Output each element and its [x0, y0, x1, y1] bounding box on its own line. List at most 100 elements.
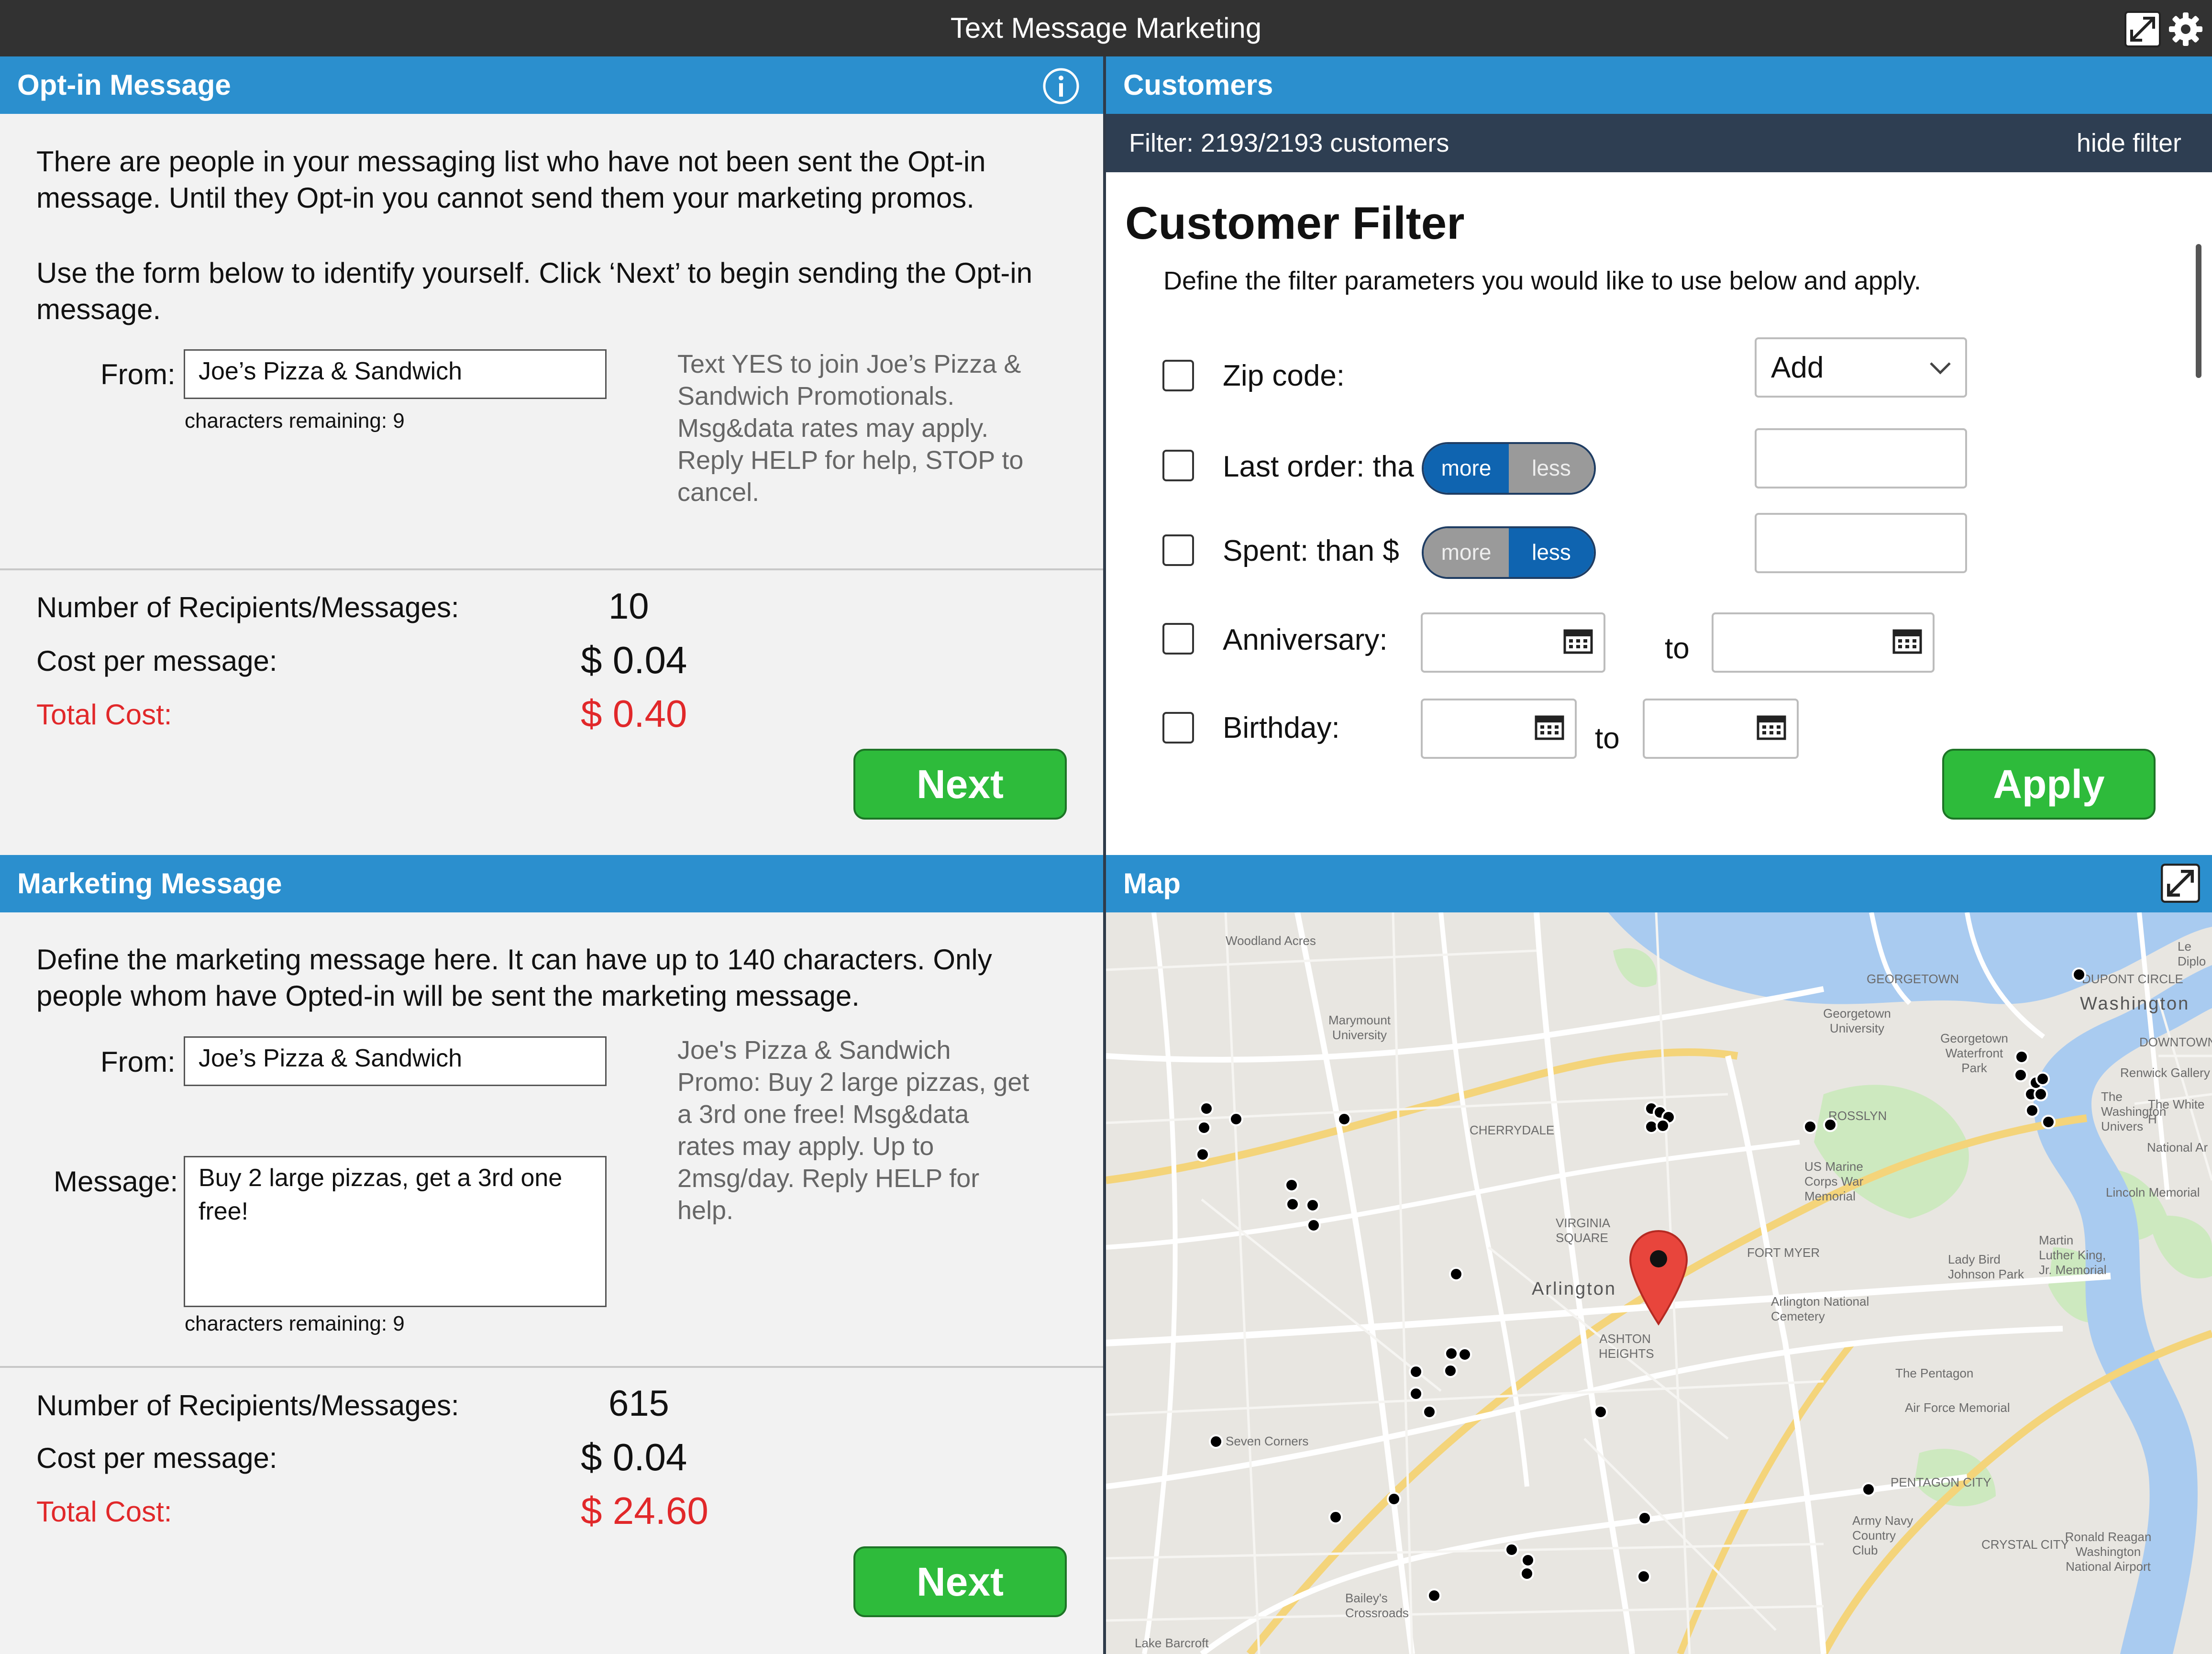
map-label: ASHTON HEIGHTS [1599, 1332, 1654, 1361]
birthday-to-date[interactable] [1643, 699, 1799, 759]
calendar-icon [1757, 715, 1786, 740]
spent-less[interactable]: less [1509, 528, 1594, 577]
anniversary-label: Anniversary: [1223, 623, 1388, 656]
optin-recipients-label: Number of Recipients/Messages: [36, 591, 459, 623]
customer-marker[interactable] [1422, 1405, 1437, 1419]
anniversary-checkbox[interactable] [1162, 623, 1194, 655]
customer-marker[interactable] [1285, 1197, 1300, 1211]
customer-marker[interactable] [2072, 967, 2086, 982]
marketing-recipients-value: 615 [608, 1383, 669, 1424]
map-view[interactable]: Woodland Acres Marymount University GEOR… [1106, 912, 2212, 1654]
expand-window-button[interactable] [2124, 11, 2161, 48]
optin-intro: There are people in your messaging list … [36, 145, 986, 214]
anniversary-to-date[interactable] [1712, 612, 1935, 673]
customer-marker[interactable] [1197, 1121, 1211, 1135]
customer-marker[interactable] [1409, 1387, 1423, 1401]
optin-from-input[interactable]: Joe’s Pizza & Sandwich [184, 349, 607, 399]
optin-from-label: From: [100, 358, 176, 390]
customer-marker[interactable] [2034, 1087, 2048, 1101]
optin-recipients-value: 10 [608, 586, 649, 627]
hide-filter-link[interactable]: hide filter [2077, 114, 2181, 172]
customer-marker[interactable] [1458, 1347, 1472, 1362]
map-label: VIRGINIA SQUARE [1556, 1216, 1610, 1245]
optin-chars-remaining: characters remaining: 9 [185, 409, 405, 433]
customer-marker[interactable] [1229, 1112, 1243, 1126]
last-order-less[interactable]: less [1509, 444, 1594, 493]
customer-marker[interactable] [1504, 1543, 1519, 1557]
marketing-from-input[interactable]: Joe’s Pizza & Sandwich [184, 1036, 607, 1086]
customer-marker[interactable] [1444, 1346, 1459, 1361]
spent-more[interactable]: more [1424, 528, 1509, 577]
info-button[interactable] [1042, 67, 1080, 105]
info-icon [1043, 68, 1079, 104]
customer-marker[interactable] [1803, 1120, 1817, 1134]
customer-marker[interactable] [1449, 1267, 1463, 1281]
customer-marker[interactable] [1409, 1365, 1423, 1379]
customer-marker[interactable] [1520, 1566, 1534, 1581]
settings-button[interactable] [2167, 11, 2204, 48]
spent-toggle[interactable]: more less [1422, 526, 1596, 579]
customer-marker[interactable] [1656, 1119, 1670, 1133]
anniversary-to-label: to [1665, 632, 1690, 665]
zip-checkbox[interactable] [1162, 360, 1194, 391]
map-label: CRYSTAL CITY [1981, 1537, 2069, 1552]
customer-marker[interactable] [1387, 1492, 1401, 1506]
customer-marker[interactable] [1861, 1482, 1876, 1497]
marketing-header: Marketing Message [0, 855, 1103, 912]
customer-marker[interactable] [1284, 1178, 1299, 1192]
spent-label: Spent: than $ [1223, 534, 1399, 567]
filter-scrollbar[interactable] [2196, 244, 2201, 378]
marketing-next-button[interactable]: Next [853, 1546, 1067, 1617]
map-label: FORT MYER [1747, 1245, 1820, 1260]
calendar-icon [1892, 629, 1922, 654]
customer-marker[interactable] [2013, 1068, 2028, 1082]
apply-filter-button[interactable]: Apply [1942, 749, 2156, 820]
customer-marker[interactable] [2035, 1072, 2050, 1086]
customer-marker[interactable] [1637, 1569, 1651, 1584]
zip-select[interactable]: Add [1755, 337, 1967, 398]
map-label: Marymount University [1328, 1013, 1391, 1042]
divider [0, 1366, 1103, 1368]
customer-marker[interactable] [1427, 1588, 1441, 1603]
optin-next-button[interactable]: Next [853, 749, 1067, 820]
map-label: National Ar [2147, 1140, 2208, 1154]
customer-marker[interactable] [1823, 1118, 1837, 1132]
map-label: DOWNTOWN [2139, 1035, 2212, 1049]
customer-marker[interactable] [1195, 1147, 1210, 1162]
last-order-checkbox[interactable] [1162, 450, 1194, 481]
spent-input[interactable] [1755, 513, 1967, 573]
customer-marker[interactable] [1637, 1511, 1652, 1525]
last-order-more[interactable]: more [1424, 444, 1509, 493]
map-expand-button[interactable] [2160, 863, 2201, 903]
customer-marker[interactable] [1305, 1198, 1320, 1212]
map-header: Map [1106, 855, 2212, 912]
customer-marker[interactable] [1337, 1112, 1351, 1126]
customer-marker[interactable] [1521, 1553, 1535, 1567]
customer-marker[interactable] [1443, 1364, 1458, 1378]
anniversary-from-date[interactable] [1421, 612, 1605, 673]
customer-marker[interactable] [1199, 1101, 1214, 1116]
spent-checkbox[interactable] [1162, 534, 1194, 566]
last-order-toggle[interactable]: more less [1422, 442, 1596, 495]
marketing-total-label: Total Cost: [36, 1496, 172, 1528]
gear-icon [2169, 12, 2202, 46]
customer-marker[interactable] [2041, 1115, 2056, 1129]
birthday-checkbox[interactable] [1162, 712, 1194, 744]
marketing-message-input[interactable]: Buy 2 large pizzas, get a 3rd one free! [184, 1156, 607, 1307]
customer-marker[interactable] [1328, 1510, 1343, 1524]
map-label: Seven Corners [1226, 1434, 1309, 1448]
customer-marker[interactable] [2025, 1103, 2039, 1118]
birthday-from-date[interactable] [1421, 699, 1577, 759]
customer-marker[interactable] [1593, 1405, 1608, 1419]
map-label: The Pentagon [1895, 1366, 1974, 1380]
expand-icon [2161, 864, 2200, 903]
marketing-cost-value: $ 0.04 [581, 1436, 687, 1478]
customer-marker[interactable] [2014, 1050, 2029, 1064]
last-order-input[interactable] [1755, 428, 1967, 488]
last-order-label: Last order: tha [1223, 450, 1414, 483]
customer-marker[interactable] [1209, 1434, 1223, 1449]
marketing-recipients-label: Number of Recipients/Messages: [36, 1389, 459, 1421]
map-label: GEORGETOWN [1867, 972, 1959, 986]
customer-marker[interactable] [1306, 1218, 1321, 1232]
title-bar: Text Message Marketing [0, 0, 2212, 56]
